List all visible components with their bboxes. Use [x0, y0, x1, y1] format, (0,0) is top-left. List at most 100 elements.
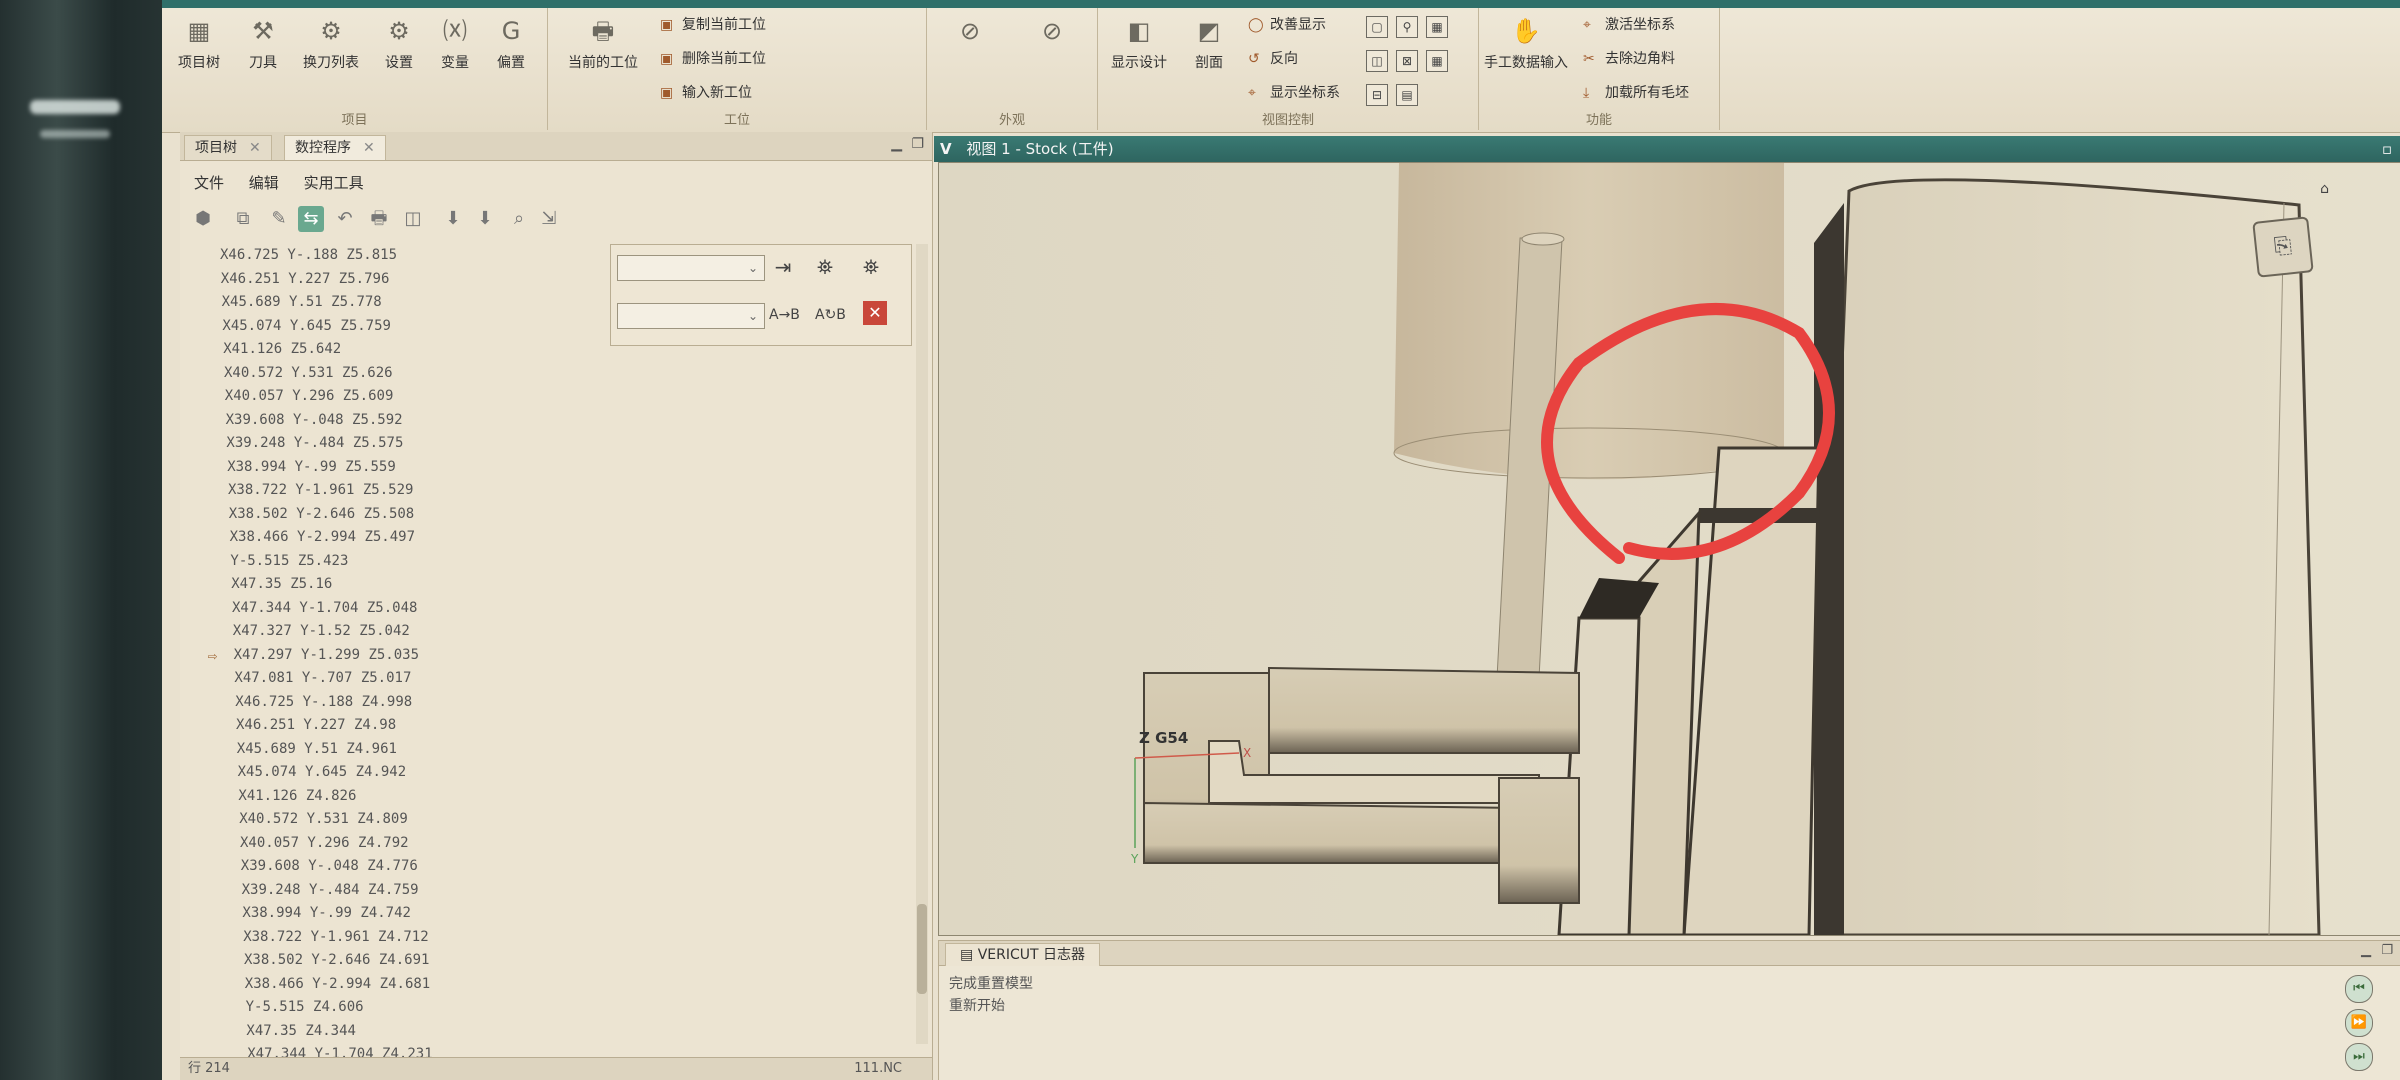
nc-code-line[interactable]: X46.725 Y-.188 Z4.998	[180, 691, 610, 715]
nc-code-line[interactable]: X39.248 Y-.484 Z4.759	[180, 879, 610, 903]
edit-icon[interactable]: ✎	[266, 206, 292, 232]
manual-data-input-button[interactable]: ✋ 手工数据输入	[1481, 12, 1571, 92]
code-scrollbar[interactable]	[916, 244, 928, 1044]
fast-forward-icon[interactable]: ⏭	[2345, 1043, 2373, 1071]
zoom-icon[interactable]: ⚲	[1396, 16, 1418, 38]
replace-combo[interactable]: ⌄	[617, 303, 765, 329]
goto-icon[interactable]: ⇥	[769, 253, 797, 281]
restore-icon[interactable]: ❐	[2381, 943, 2393, 958]
tab-log[interactable]: ▤ VERICUT 日志器	[945, 943, 1100, 966]
binoculars-icon[interactable]: ⛯	[811, 253, 839, 281]
menu-utilities[interactable]: 实用工具	[304, 174, 364, 192]
menu-edit[interactable]: 编辑	[249, 174, 279, 192]
add-setup-button[interactable]: ▣ 输入新工位	[660, 82, 752, 106]
restore-icon[interactable]: ❐	[911, 136, 924, 152]
nc-code-line[interactable]: X38.994 Y-.99 Z5.559	[180, 456, 610, 480]
maximize-icon[interactable]: ▫	[2382, 136, 2392, 162]
nc-code-line[interactable]: X45.074 Y.645 Z4.942	[180, 761, 610, 785]
nc-code-line[interactable]: X39.248 Y-.484 Z5.575	[180, 432, 610, 456]
nc-code-line[interactable]: X40.057 Y.296 Z4.792	[180, 832, 610, 856]
nc-code-line[interactable]: X39.608 Y-.048 Z4.776	[180, 855, 610, 879]
nc-code-line[interactable]: X38.502 Y-2.646 Z4.691	[180, 949, 610, 973]
close-icon[interactable]: ✕	[363, 140, 375, 156]
nc-code-line[interactable]: X40.057 Y.296 Z5.609	[180, 385, 610, 409]
minimize-icon[interactable]: ▁	[891, 136, 902, 152]
find-icon[interactable]: ⌕	[506, 206, 532, 232]
nc-code-line[interactable]: X47.081 Y-.707 Z5.017	[180, 667, 610, 691]
copy-setup-button[interactable]: ▣ 复制当前工位	[660, 14, 766, 38]
nc-code-line[interactable]: X46.251 Y.227 Z5.796	[180, 268, 610, 292]
tab-nc-program[interactable]: 数控程序 ✕	[284, 135, 386, 160]
copy-icon[interactable]: ⧉	[230, 206, 256, 232]
appearance-button-1[interactable]: ⊘	[935, 12, 1005, 92]
home-icon[interactable]: ⌂	[2320, 181, 2329, 197]
nc-code-line[interactable]: X47.344 Y-1.704 Z5.048	[180, 597, 610, 621]
nc-code-line[interactable]: X41.126 Z4.826	[180, 785, 610, 809]
step-icon[interactable]: ⇆	[298, 206, 324, 232]
reset-icon[interactable]: ⏮	[2345, 975, 2373, 1003]
nc-code-line[interactable]: Y-5.515 Z5.423	[180, 550, 610, 574]
change-display-button[interactable]: ◯ 改善显示	[1248, 14, 1326, 38]
appearance-button-2[interactable]: ⊘	[1017, 12, 1087, 92]
nc-code-line[interactable]: X47.35 Z5.16	[180, 573, 610, 597]
replace-icon[interactable]: A→B	[769, 301, 800, 329]
show-csys-button[interactable]: ⌖ 显示坐标系	[1248, 82, 1340, 106]
offsets-button[interactable]: G 偏置	[480, 12, 542, 92]
tool-change-list-button[interactable]: ⚙ 换刀列表	[296, 12, 366, 92]
3d-viewport[interactable]: X Y Z G54 ⌂ ⎘	[938, 162, 2400, 936]
nc-code-line[interactable]: X40.572 Y.531 Z5.626	[180, 362, 610, 386]
nc-code-line[interactable]: X41.126 Z5.642	[180, 338, 610, 362]
view-option-button[interactable]: ▢	[1366, 16, 1388, 38]
minimize-icon[interactable]: ▁	[2361, 943, 2371, 958]
undo-icon[interactable]: ↶	[332, 206, 358, 232]
grid-view-icon[interactable]: ▦	[1426, 16, 1448, 38]
panel-layout-icon[interactable]: ◫	[400, 206, 426, 232]
settings-button[interactable]: ⚙ 设置	[368, 12, 430, 92]
save-icon[interactable]: ⬢	[190, 206, 216, 232]
project-tree-button[interactable]: ▦ 项目树	[168, 12, 230, 92]
nc-code-line[interactable]: X45.689 Y.51 Z4.961	[180, 738, 610, 762]
view-cube-icon[interactable]: ⎘	[2252, 216, 2314, 278]
layout-view-icon[interactable]: ▦	[1426, 50, 1448, 72]
nc-code-line[interactable]: X38.994 Y-.99 Z4.742	[180, 902, 610, 926]
show-design-button[interactable]: ◧ 显示设计	[1104, 12, 1174, 92]
nc-code-line[interactable]: X46.725 Y-.188 Z5.815	[180, 244, 610, 268]
print-icon[interactable]: 🖶	[366, 206, 392, 232]
variables-button[interactable]: ⒳ 变量	[424, 12, 486, 92]
load-all-blanks-button[interactable]: ⤓ 加载所有毛坯	[1583, 82, 1689, 106]
replace-all-icon[interactable]: A↻B	[815, 301, 846, 329]
export-icon[interactable]: ⇲	[536, 206, 562, 232]
binoculars-next-icon[interactable]: ⛯	[857, 253, 885, 281]
tab-project-tree[interactable]: 项目树 ✕	[184, 135, 272, 160]
nc-code-line[interactable]: X47.297 Y-1.299 Z5.035 ⇨	[180, 644, 610, 668]
scrollbar-thumb[interactable]	[917, 904, 927, 994]
active-csys-button[interactable]: ⌖ 激活坐标系	[1583, 14, 1675, 38]
close-icon[interactable]: ✕	[249, 140, 261, 156]
find-combo[interactable]: ⌄	[617, 255, 765, 281]
split-view-icon[interactable]: ◫	[1366, 50, 1388, 72]
nc-code-line[interactable]: X46.251 Y.227 Z4.98	[180, 714, 610, 738]
nc-code-line[interactable]: X38.722 Y-1.961 Z5.529	[180, 479, 610, 503]
fit-view-icon[interactable]: ⊠	[1396, 50, 1418, 72]
nc-code-line[interactable]: X47.35 Z4.344	[180, 1020, 610, 1044]
reverse-button[interactable]: ↺ 反向	[1248, 48, 1298, 72]
menu-file[interactable]: 文件	[194, 174, 224, 192]
nc-code-line[interactable]: X38.722 Y-1.961 Z4.712	[180, 926, 610, 950]
section-button[interactable]: ◩ 剖面	[1178, 12, 1240, 92]
nc-code-line[interactable]: X45.074 Y.645 Z5.759	[180, 315, 610, 339]
nc-code-line[interactable]: X40.572 Y.531 Z4.809	[180, 808, 610, 832]
horizontal-split-icon[interactable]: ⊟	[1366, 84, 1388, 106]
multi-view-icon[interactable]: ▤	[1396, 84, 1418, 106]
nc-code-line[interactable]: X38.466 Y-2.994 Z5.497	[180, 526, 610, 550]
bookmark-next-icon[interactable]: ⬇	[472, 206, 498, 232]
current-setup-button[interactable]: 🖶 当前的工位	[558, 12, 648, 92]
nc-code-line[interactable]: X39.608 Y-.048 Z5.592	[180, 409, 610, 433]
play-to-end-icon[interactable]: ⏩	[2345, 1009, 2373, 1037]
nc-code-list[interactable]: X46.725 Y-.188 Z5.815 X46.251 Y.227 Z5.79…	[180, 244, 610, 1062]
nc-code-line[interactable]: X38.466 Y-2.994 Z4.681	[180, 973, 610, 997]
nc-code-line[interactable]: X45.689 Y.51 Z5.778	[180, 291, 610, 315]
nc-code-line[interactable]: X47.327 Y-1.52 Z5.042	[180, 620, 610, 644]
delete-setup-button[interactable]: ▣ 删除当前工位	[660, 48, 766, 72]
tools-button[interactable]: ⚒ 刀具	[232, 12, 294, 92]
bookmark-icon[interactable]: ⬇	[440, 206, 466, 232]
